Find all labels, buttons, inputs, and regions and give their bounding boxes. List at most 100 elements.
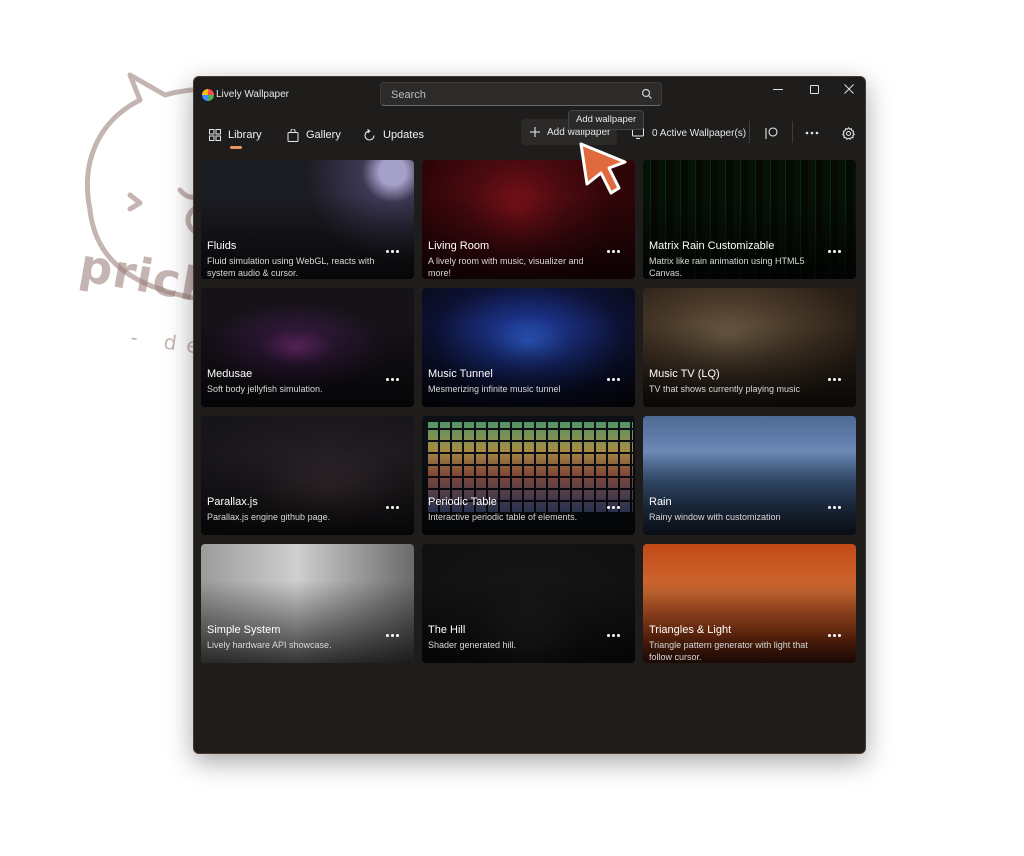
card-more-button[interactable] xyxy=(607,246,625,256)
active-tab-indicator xyxy=(230,146,242,149)
card-description: Triangle pattern generator with light th… xyxy=(649,640,808,662)
gear-icon xyxy=(841,126,855,140)
more-dot xyxy=(391,249,394,253)
more-dot xyxy=(828,505,831,509)
pointer-cursor-icon xyxy=(579,142,627,195)
card-more-button[interactable] xyxy=(828,246,846,256)
card-title: Simple System xyxy=(207,624,281,636)
card-more-button[interactable] xyxy=(607,502,625,512)
wallpaper-card[interactable]: Medusae Soft body jellyfish simulation. xyxy=(201,288,414,407)
active-wallpapers-label: 0 Active Wallpaper(s) xyxy=(652,127,747,139)
more-dot xyxy=(838,249,841,253)
wallpaper-card[interactable]: Simple System Lively hardware API showca… xyxy=(201,544,414,663)
minimize-button[interactable] xyxy=(760,77,796,101)
card-title: Fluids xyxy=(207,240,237,252)
card-title: Periodic Table xyxy=(428,496,497,508)
more-dot xyxy=(386,505,389,509)
search-icon[interactable] xyxy=(641,88,653,100)
tab-gallery[interactable]: Gallery xyxy=(287,125,341,145)
refresh-icon xyxy=(364,128,375,141)
more-dot xyxy=(828,377,831,381)
card-more-button[interactable] xyxy=(386,374,404,384)
tab-updates[interactable]: Updates xyxy=(363,125,424,145)
more-dot xyxy=(391,633,394,637)
settings-button[interactable] xyxy=(837,122,859,144)
more-dot xyxy=(612,249,615,253)
card-more-button[interactable] xyxy=(828,502,846,512)
app-window: Lively Wallpaper Search Library Gallery … xyxy=(193,76,866,754)
more-dot xyxy=(838,505,841,509)
more-dot xyxy=(396,633,399,637)
card-more-button[interactable] xyxy=(607,374,625,384)
card-more-button[interactable] xyxy=(386,630,404,640)
more-dot xyxy=(838,633,841,637)
more-dot xyxy=(617,505,620,509)
card-title: Living Room xyxy=(428,240,490,252)
wallpaper-card[interactable]: Music TV (LQ) TV that shows currently pl… xyxy=(643,288,856,407)
more-dot xyxy=(386,249,389,253)
tab-gallery-label: Gallery xyxy=(306,129,341,141)
more-dot xyxy=(386,377,389,381)
wallpaper-card[interactable]: Triangles & Light Triangle pattern gener… xyxy=(643,544,856,663)
more-dot xyxy=(617,249,620,253)
minimize-icon xyxy=(773,88,783,90)
more-dot xyxy=(391,505,394,509)
card-description: Fluid simulation using WebGL, reacts wit… xyxy=(207,256,375,278)
card-description: Parallax.js engine github page. xyxy=(207,512,331,522)
wallpaper-card[interactable]: The Hill Shader generated hill. xyxy=(422,544,635,663)
card-description: Shader generated hill. xyxy=(428,640,517,650)
more-dot xyxy=(396,377,399,381)
card-more-button[interactable] xyxy=(386,246,404,256)
maximize-button[interactable] xyxy=(796,77,832,101)
search-box[interactable]: Search xyxy=(380,82,662,106)
card-title: Rain xyxy=(649,496,672,508)
close-button[interactable] xyxy=(831,77,865,101)
card-more-button[interactable] xyxy=(828,630,846,640)
card-description: Rainy window with customization xyxy=(649,512,781,522)
more-dot xyxy=(828,249,831,253)
wallpaper-card[interactable]: Periodic Table Interactive periodic tabl… xyxy=(422,416,635,535)
tab-library-label: Library xyxy=(228,129,262,141)
search-input[interactable]: Search xyxy=(391,89,426,101)
more-icon xyxy=(805,131,819,135)
card-title: Matrix Rain Customizable xyxy=(649,240,775,252)
more-dot xyxy=(607,377,610,381)
wallpaper-card[interactable]: Matrix Rain Customizable Matrix like rai… xyxy=(643,160,856,279)
more-dot xyxy=(607,633,610,637)
toolbar-divider xyxy=(749,121,750,143)
card-title: Triangles & Light xyxy=(649,624,732,636)
more-dot xyxy=(396,249,399,253)
title-bar: Lively Wallpaper Search xyxy=(194,77,865,111)
more-dot xyxy=(396,505,399,509)
patreon-button[interactable] xyxy=(760,122,782,144)
card-title: The Hill xyxy=(428,624,466,636)
wallpaper-card[interactable]: Music Tunnel Mesmerizing infinite music … xyxy=(422,288,635,407)
wallpaper-card[interactable]: Fluids Fluid simulation using WebGL, rea… xyxy=(201,160,414,279)
wallpaper-card[interactable]: Parallax.js Parallax.js engine github pa… xyxy=(201,416,414,535)
toolbar-divider xyxy=(792,121,793,143)
more-dot xyxy=(386,633,389,637)
card-description: Lively hardware API showcase. xyxy=(207,640,332,650)
card-title: Music Tunnel xyxy=(428,368,493,380)
card-title: Medusae xyxy=(207,368,253,380)
plus-icon xyxy=(530,127,540,137)
more-dot xyxy=(607,249,610,253)
card-title: Music TV (LQ) xyxy=(649,368,720,380)
card-description: Matrix like rain animation using HTML5 C… xyxy=(649,256,805,278)
card-description: Interactive periodic table of elements. xyxy=(428,512,578,522)
more-dot xyxy=(828,633,831,637)
card-more-button[interactable] xyxy=(386,502,404,512)
tab-library[interactable]: Library xyxy=(209,125,262,145)
more-dot xyxy=(612,505,615,509)
active-wallpapers-button[interactable]: 0 Active Wallpaper(s) xyxy=(632,125,746,141)
more-options-button[interactable] xyxy=(801,122,823,144)
patreon-icon xyxy=(764,126,778,139)
maximize-icon xyxy=(809,84,819,94)
card-more-button[interactable] xyxy=(828,374,846,384)
more-dot xyxy=(838,377,841,381)
card-description: Mesmerizing infinite music tunnel xyxy=(428,384,561,394)
more-dot xyxy=(833,377,836,381)
card-more-button[interactable] xyxy=(607,630,625,640)
wallpaper-card[interactable]: Rain Rainy window with customization xyxy=(643,416,856,535)
gallery-bag-icon xyxy=(287,128,299,142)
